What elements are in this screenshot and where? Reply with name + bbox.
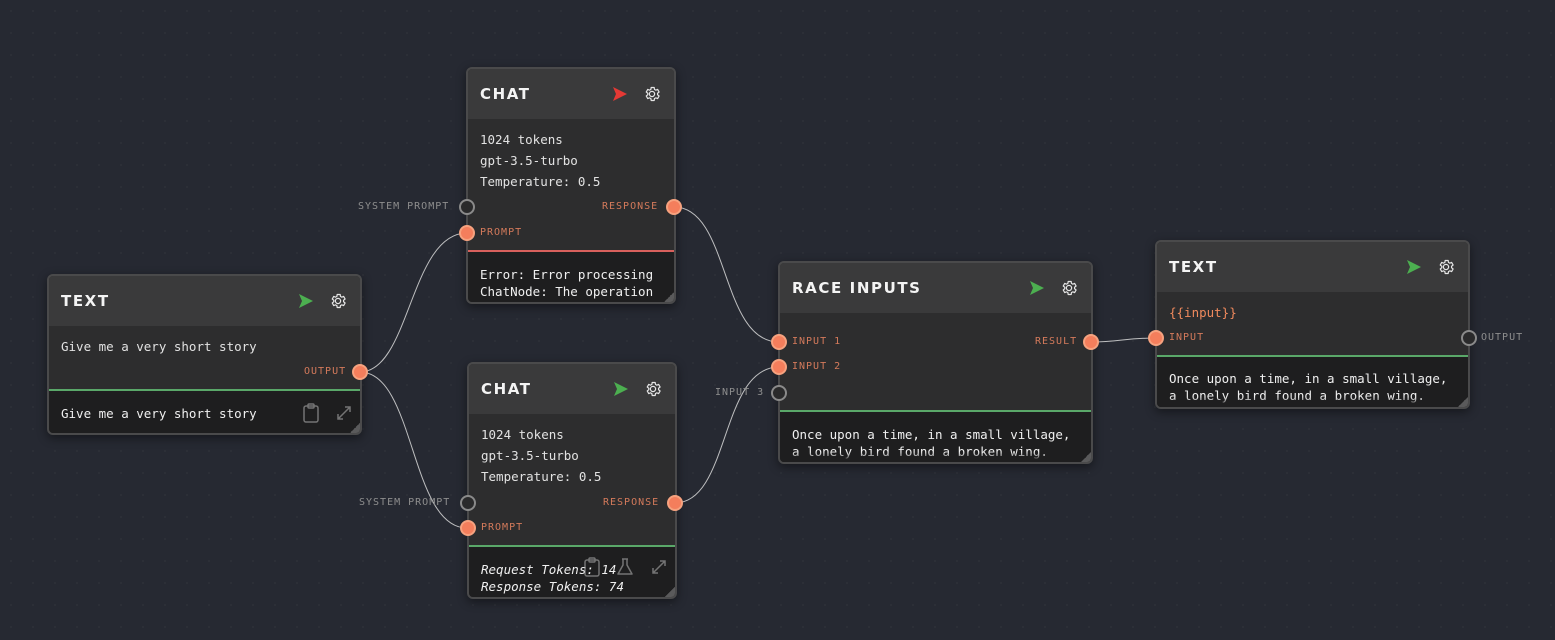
clipboard-icon[interactable] bbox=[583, 557, 601, 581]
node-output-preview: Once upon a time, in a small village, a … bbox=[1157, 357, 1468, 407]
gear-icon[interactable] bbox=[642, 84, 662, 104]
node-body: 1024 tokens gpt-3.5-turbo Temperature: 0… bbox=[469, 414, 675, 487]
clipboard-icon[interactable] bbox=[302, 403, 320, 427]
text-node-input[interactable]: TEXT Give me a very short story Give me … bbox=[47, 274, 362, 435]
node-header[interactable]: TEXT bbox=[1157, 242, 1468, 292]
port-label-result: RESULT bbox=[1035, 336, 1078, 347]
temperature: Temperature: 0.5 bbox=[480, 174, 601, 189]
resize-handle[interactable] bbox=[1458, 397, 1468, 407]
play-triangle-icon[interactable] bbox=[1027, 278, 1047, 298]
flask-icon[interactable] bbox=[615, 557, 635, 581]
max-tokens: 1024 tokens bbox=[480, 132, 563, 147]
node-output-preview: Error: Error processing ChatNode: The op… bbox=[468, 252, 674, 302]
node-output-preview: Request Tokens: 14 Response Tokens: 74 bbox=[469, 547, 675, 597]
node-body: Give me a very short story bbox=[49, 326, 360, 357]
chat-node-1[interactable]: CHAT 1024 tokens gpt-3.5-turbo Temperatu… bbox=[466, 67, 676, 304]
max-tokens: 1024 tokens bbox=[481, 427, 564, 442]
node-header[interactable]: RACE INPUTS bbox=[780, 263, 1091, 313]
request-tokens: Request Tokens: 14 bbox=[481, 562, 617, 577]
node-title: CHAT bbox=[481, 380, 532, 398]
node-output-preview: Once upon a time, in a small village, a … bbox=[780, 412, 1091, 462]
play-triangle-icon[interactable] bbox=[296, 291, 316, 311]
gear-icon[interactable] bbox=[643, 379, 663, 399]
port-output[interactable] bbox=[1461, 330, 1477, 346]
node-header[interactable]: CHAT bbox=[468, 69, 674, 119]
model-name: gpt-3.5-turbo bbox=[481, 448, 579, 463]
port-label-output: OUTPUT bbox=[304, 366, 347, 377]
node-body: {{input}} bbox=[1157, 292, 1468, 323]
error-line: Error: Error processing bbox=[480, 267, 654, 282]
text-content: Give me a very short story bbox=[61, 339, 257, 354]
port-input-3[interactable] bbox=[771, 385, 787, 401]
gear-icon[interactable] bbox=[1436, 257, 1456, 277]
node-title: TEXT bbox=[1169, 258, 1218, 276]
port-label-prompt: PROMPT bbox=[481, 522, 524, 533]
port-system-prompt[interactable] bbox=[459, 199, 475, 215]
play-triangle-icon[interactable] bbox=[610, 84, 630, 104]
node-header[interactable]: TEXT bbox=[49, 276, 360, 326]
resize-handle[interactable] bbox=[1081, 452, 1091, 462]
port-label-input-3: INPUT 3 bbox=[715, 387, 765, 398]
response-tokens: Response Tokens: 74 bbox=[481, 579, 624, 594]
wire-text-output-to-chat1-prompt bbox=[359, 232, 468, 373]
port-label-response: RESPONSE bbox=[603, 497, 660, 508]
port-label-response: RESPONSE bbox=[602, 201, 659, 212]
play-triangle-icon[interactable] bbox=[611, 379, 631, 399]
gear-icon[interactable] bbox=[328, 291, 348, 311]
temperature: Temperature: 0.5 bbox=[481, 469, 602, 484]
node-output-preview: Give me a very short story bbox=[49, 391, 360, 433]
port-label-input: INPUT bbox=[1169, 332, 1205, 343]
port-input[interactable] bbox=[1148, 330, 1164, 346]
port-prompt[interactable] bbox=[459, 225, 475, 241]
node-title: RACE INPUTS bbox=[792, 279, 922, 297]
port-label-input-1: INPUT 1 bbox=[792, 336, 842, 347]
resize-handle[interactable] bbox=[664, 292, 674, 302]
resize-handle[interactable] bbox=[350, 423, 360, 433]
template-text: {{input}} bbox=[1169, 305, 1237, 320]
port-input-1[interactable] bbox=[771, 334, 787, 350]
wire-race-result-to-text-input bbox=[1090, 337, 1157, 343]
output-line: Once upon a time, in a small village, bbox=[1169, 371, 1448, 386]
port-prompt[interactable] bbox=[460, 520, 476, 536]
port-result[interactable] bbox=[1083, 334, 1099, 350]
node-header[interactable]: CHAT bbox=[469, 364, 675, 414]
expand-arrows-icon[interactable] bbox=[649, 557, 669, 581]
play-triangle-icon[interactable] bbox=[1404, 257, 1424, 277]
gear-icon[interactable] bbox=[1059, 278, 1079, 298]
port-label-input-2: INPUT 2 bbox=[792, 361, 842, 372]
port-response[interactable] bbox=[667, 495, 683, 511]
port-input-2[interactable] bbox=[771, 359, 787, 375]
model-name: gpt-3.5-turbo bbox=[480, 153, 578, 168]
port-label-system-prompt: SYSTEM PROMPT bbox=[359, 497, 451, 508]
chat-node-2[interactable]: CHAT 1024 tokens gpt-3.5-turbo Temperatu… bbox=[467, 362, 677, 599]
port-system-prompt[interactable] bbox=[460, 495, 476, 511]
port-label-system-prompt: SYSTEM PROMPT bbox=[358, 201, 450, 212]
node-title: CHAT bbox=[480, 85, 531, 103]
text-node-output[interactable]: TEXT {{input}} Once upon a time, in a sm… bbox=[1155, 240, 1470, 409]
port-response[interactable] bbox=[666, 199, 682, 215]
error-line: ChatNode: The operation bbox=[480, 284, 654, 299]
port-label-output: OUTPUT bbox=[1481, 332, 1524, 343]
wire-chat1-response-to-race-input1 bbox=[673, 206, 780, 343]
node-title: TEXT bbox=[61, 292, 110, 310]
port-label-prompt: PROMPT bbox=[480, 227, 523, 238]
resize-handle[interactable] bbox=[665, 587, 675, 597]
node-body: 1024 tokens gpt-3.5-turbo Temperature: 0… bbox=[468, 119, 674, 192]
port-output[interactable] bbox=[352, 364, 368, 380]
output-line: Once upon a time, in a small village, bbox=[792, 427, 1071, 442]
